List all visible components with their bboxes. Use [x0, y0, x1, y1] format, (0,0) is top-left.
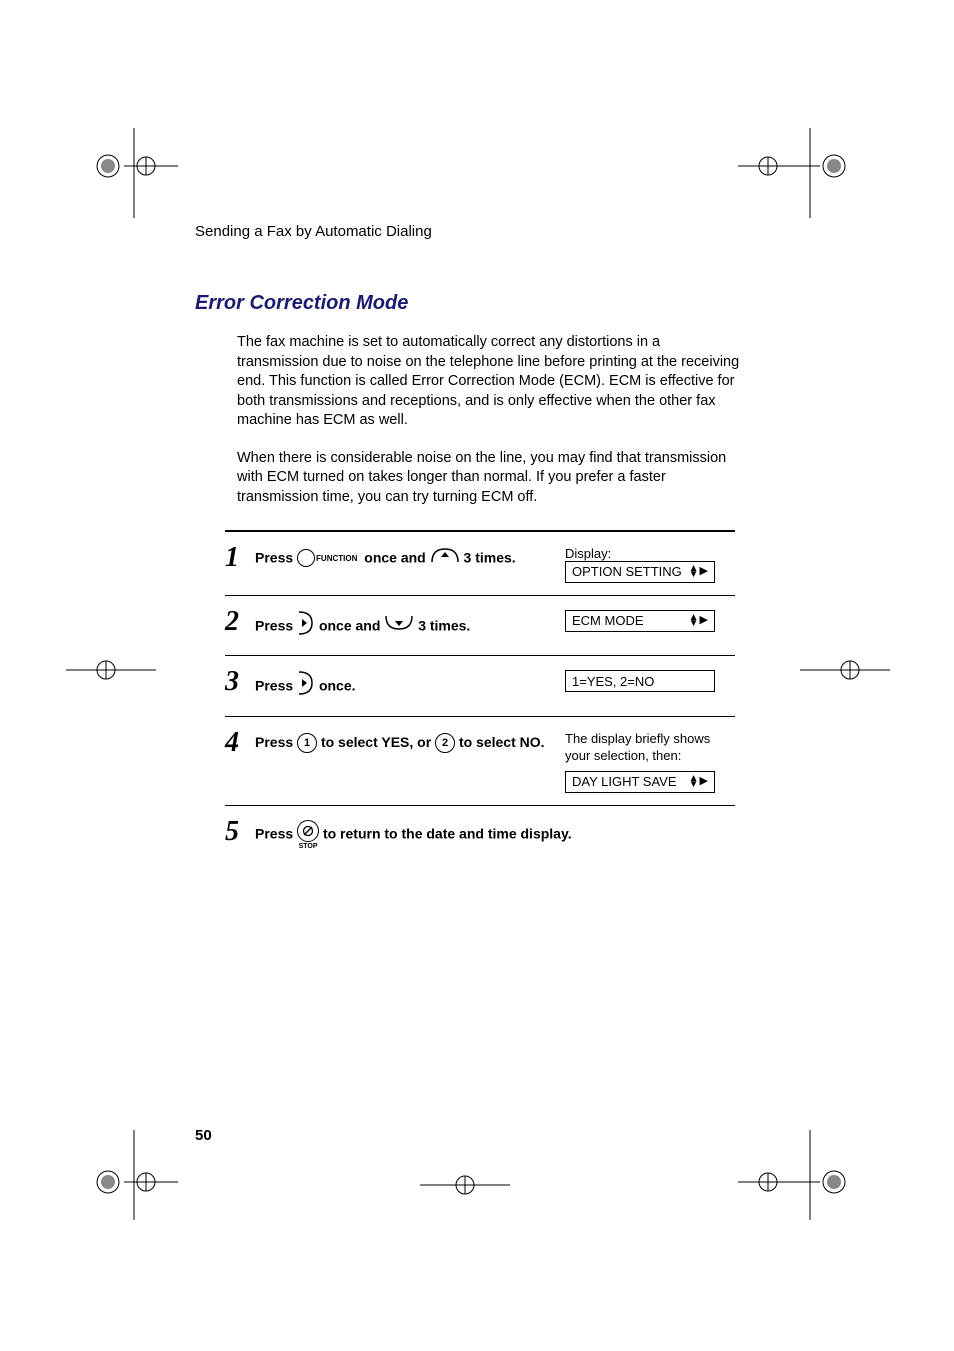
keypad-1-icon: 1 [297, 733, 317, 753]
step-4: 4 Press 1 to select YES, or 2 to select … [225, 717, 735, 806]
step-number: 3 [225, 666, 255, 696]
registration-mark-icon [800, 640, 870, 710]
page-content: Sending a Fax by Automatic Dialing Error… [195, 223, 740, 862]
step-5: 5 Press STOP to return to the date and t… [225, 806, 735, 862]
step-number: 4 [225, 727, 255, 757]
steps-list: 1 Press FUNCTION once and 3 times. Displ… [225, 530, 735, 862]
down-arrow-button-icon [384, 614, 414, 640]
step-instruction: Press FUNCTION once and 3 times. [255, 542, 565, 572]
up-arrow-button-icon [430, 546, 460, 572]
step-number: 2 [225, 606, 255, 636]
step-number: 1 [225, 542, 255, 572]
lcd-display: DAY LIGHT SAVE ▲▼▶ [565, 771, 715, 793]
step-2: 2 Press once and 3 times. ECM MODE ▲▼▶ [225, 596, 735, 657]
registration-mark-icon [420, 1155, 490, 1225]
stop-button-icon: STOP [297, 820, 319, 850]
section-title: Error Correction Mode [195, 292, 740, 315]
registration-mark-icon [88, 128, 158, 198]
step-3: 3 Press once. 1=YES, 2=NO [225, 656, 735, 717]
lcd-display: OPTION SETTING ▲▼▶ [565, 561, 715, 583]
step-instruction: Press STOP to return to the date and tim… [255, 816, 735, 850]
step-1: 1 Press FUNCTION once and 3 times. Displ… [225, 532, 735, 596]
registration-mark-icon [738, 1130, 808, 1200]
registration-mark-icon [738, 128, 808, 198]
right-arrow-button-icon [297, 610, 315, 644]
paragraph-2: When there is considerable noise on the … [237, 449, 740, 508]
function-button-icon [297, 549, 315, 567]
step-number: 5 [225, 816, 255, 846]
paragraph-1: The fax machine is set to automatically … [237, 333, 740, 431]
step-instruction: Press once and 3 times. [255, 606, 565, 644]
lcd-display: ECM MODE ▲▼▶ [565, 610, 715, 632]
page-header: Sending a Fax by Automatic Dialing [195, 223, 740, 240]
right-arrow-button-icon [297, 670, 315, 704]
step-instruction: Press 1 to select YES, or 2 to select NO… [255, 727, 565, 755]
function-label: FUNCTION [316, 554, 357, 563]
lcd-display: 1=YES, 2=NO [565, 670, 715, 692]
step-display: The display briefly shows your selection… [565, 727, 735, 793]
step-display: 1=YES, 2=NO [565, 666, 735, 692]
registration-mark-icon [66, 640, 136, 710]
page-number: 50 [195, 1127, 212, 1144]
registration-mark-icon [88, 1130, 158, 1200]
step-instruction: Press once. [255, 666, 565, 704]
step-display: ECM MODE ▲▼▶ [565, 606, 735, 632]
keypad-2-icon: 2 [435, 733, 455, 753]
step-display: Display: OPTION SETTING ▲▼▶ [565, 542, 735, 583]
